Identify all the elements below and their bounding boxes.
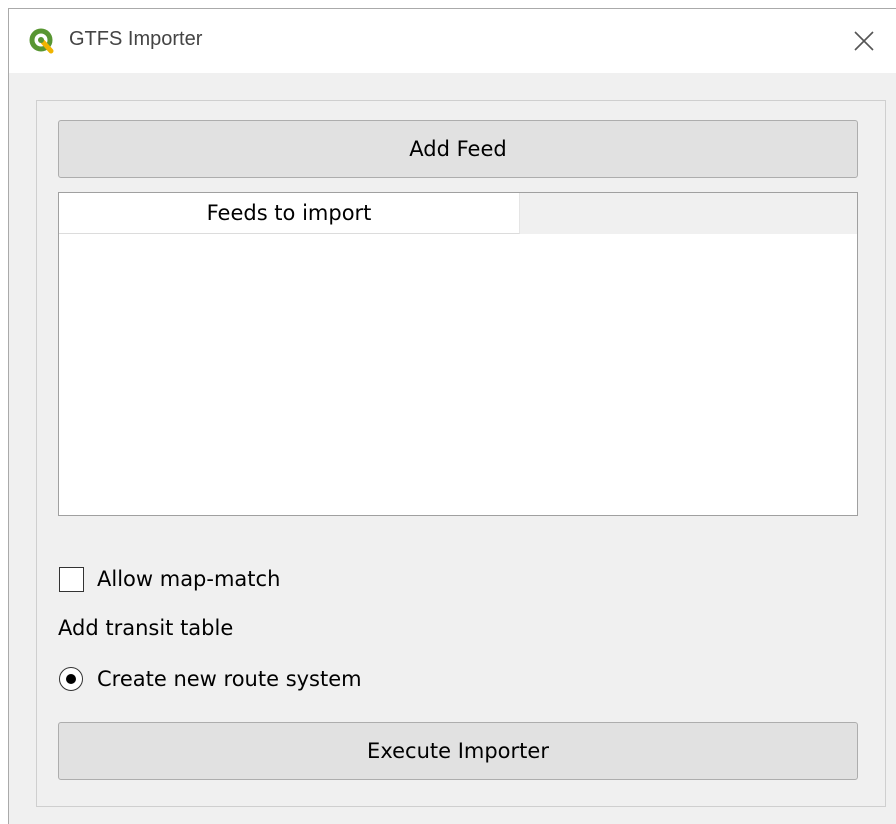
feeds-table[interactable]: Feeds to import [58,192,858,516]
create-route-system-label: Create new route system [97,667,362,691]
close-icon [854,31,874,51]
create-route-system-radio[interactable] [59,667,83,691]
qgis-logo-icon [29,28,55,54]
create-route-system-option[interactable]: Create new route system [59,665,362,693]
title-bar: GTFS Importer [9,9,896,73]
add-feed-button[interactable]: Add Feed [58,120,858,178]
allow-map-match-option[interactable]: Allow map-match [59,565,280,593]
add-transit-table-label: Add transit table [58,616,234,640]
gtfs-importer-dialog: GTFS Importer Add Feed Feeds to import A… [8,8,896,824]
allow-map-match-label: Allow map-match [97,567,281,591]
close-button[interactable] [832,9,896,73]
execute-importer-button[interactable]: Execute Importer [58,722,858,780]
column-header-feeds[interactable]: Feeds to import [59,193,520,234]
window-title: GTFS Importer [69,28,203,50]
radio-selected-dot [66,674,76,684]
allow-map-match-checkbox[interactable] [59,566,84,592]
